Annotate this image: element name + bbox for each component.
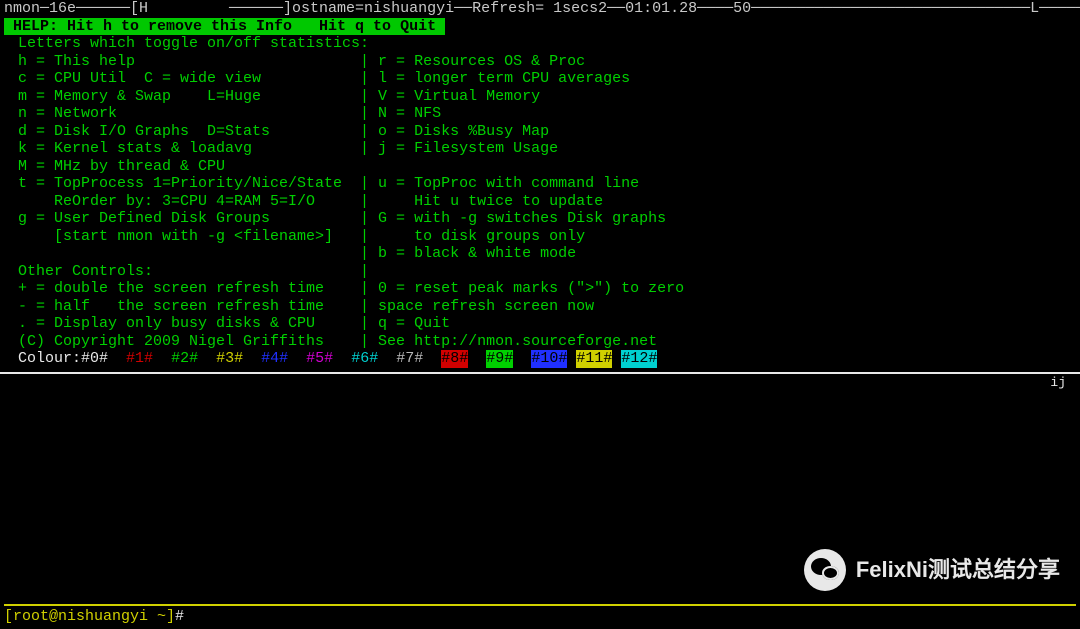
help-line: c = CPU Util C = wide view | l = longer … xyxy=(18,70,1080,88)
wechat-icon xyxy=(804,549,846,591)
help-line: t = TopProcess 1=Priority/Nice/State | u… xyxy=(18,175,1080,193)
help-line: m = Memory & Swap L=Huge | V = Virtual M… xyxy=(18,88,1080,106)
colour-swatch-7: #7# xyxy=(396,350,423,368)
help-line: [start nmon with -g <filename>] | to dis… xyxy=(18,228,1080,246)
help-line: (C) Copyright 2009 Nigel Griffiths | See… xyxy=(18,333,1080,351)
shell-prompt[interactable]: [root@nishuangyi ~]# xyxy=(4,604,1076,626)
help-line: g = User Defined Disk Groups | G = with … xyxy=(18,210,1080,228)
help-body: Letters which toggle on/off statistics: … xyxy=(0,35,1080,368)
prompt-text: [root@nishuangyi ~] xyxy=(4,608,175,625)
colour-swatch-10: #10# xyxy=(531,350,567,368)
help-line: Letters which toggle on/off statistics: xyxy=(18,35,1080,53)
colour-label: Colour: xyxy=(18,350,81,368)
help-banner: HELP: Hit h to remove this Info Hit q to… xyxy=(4,18,445,36)
watermark: FelixNi测试总结分享 xyxy=(804,549,1060,591)
help-line: | b = black & white mode xyxy=(18,245,1080,263)
top-status-bar: nmon─16e──────[H ──────]ostname=nishuang… xyxy=(0,0,1080,18)
help-line: h = This help | r = Resources OS & Proc xyxy=(18,53,1080,71)
help-line: n = Network | N = NFS xyxy=(18,105,1080,123)
help-line: M = MHz by thread & CPU xyxy=(18,158,1080,176)
colour-swatch-3: #3# xyxy=(216,350,243,368)
colour-swatch-0: #0# xyxy=(81,350,108,368)
section-rule: ij xyxy=(0,372,1080,392)
colour-legend: Colour:#0# #1# #2# #3# #4# #5# #6# #7# #… xyxy=(18,350,1080,368)
colour-swatch-2: #2# xyxy=(171,350,198,368)
help-line: - = half the screen refresh time | space… xyxy=(18,298,1080,316)
colour-swatch-8: #8# xyxy=(441,350,468,368)
help-line: . = Display only busy disks & CPU | q = … xyxy=(18,315,1080,333)
colour-swatch-9: #9# xyxy=(486,350,513,368)
help-line: k = Kernel stats & loadavg | j = Filesys… xyxy=(18,140,1080,158)
prompt-hash: # xyxy=(175,608,184,625)
colour-swatch-11: #11# xyxy=(576,350,612,368)
colour-swatch-4: #4# xyxy=(261,350,288,368)
colour-swatch-1: #1# xyxy=(126,350,153,368)
colour-swatch-12: #12# xyxy=(621,350,657,368)
help-line: ReOrder by: 3=CPU 4=RAM 5=I/O | Hit u tw… xyxy=(18,193,1080,211)
colour-swatch-6: #6# xyxy=(351,350,378,368)
help-line: Other Controls: | xyxy=(18,263,1080,281)
colour-swatch-5: #5# xyxy=(306,350,333,368)
help-line: d = Disk I/O Graphs D=Stats | o = Disks … xyxy=(18,123,1080,141)
watermark-text: FelixNi测试总结分享 xyxy=(856,561,1060,579)
help-line: + = double the screen refresh time | 0 =… xyxy=(18,280,1080,298)
